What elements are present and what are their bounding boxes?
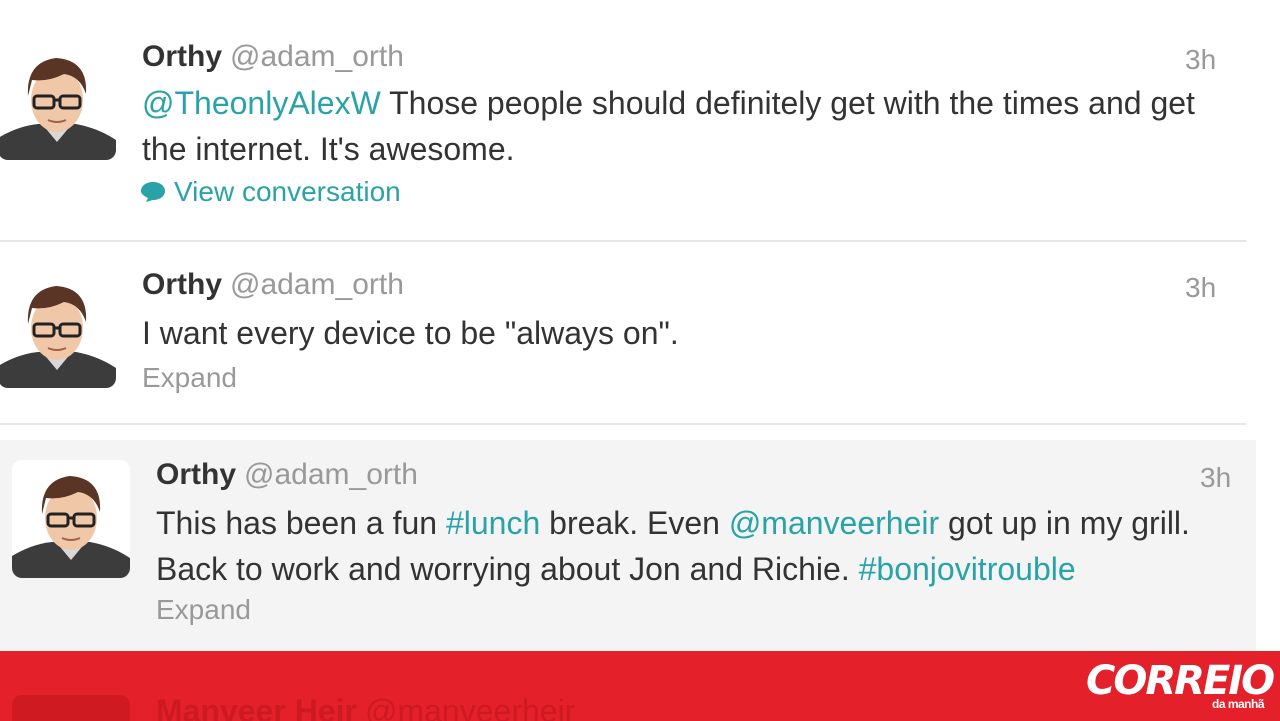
author-handle[interactable]: @adam_orth: [244, 458, 418, 491]
author-name[interactable]: Orthy @adam_orth: [156, 458, 418, 492]
author-name[interactable]: Orthy @adam_orth: [142, 268, 404, 302]
news-banner: Manveer Heir @manveerheir CORREIO da manh…: [0, 651, 1280, 721]
mention-link[interactable]: @manveerheir: [729, 505, 939, 541]
avatar[interactable]: [12, 460, 130, 578]
avatar[interactable]: [0, 42, 116, 160]
author-display-name[interactable]: Orthy: [142, 268, 222, 301]
author-handle[interactable]: @adam_orth: [230, 268, 404, 301]
view-conversation-link[interactable]: View conversation: [140, 176, 401, 208]
tweet-text-segment: This has been a fun: [156, 505, 446, 541]
tweet-item[interactable]: Orthy @adam_orth 3h @TheonlyAlexW Those p…: [0, 0, 1246, 242]
tweet-text: @TheonlyAlexW Those people should defini…: [142, 80, 1232, 172]
hashtag-link[interactable]: #lunch: [446, 505, 540, 541]
author-display-name[interactable]: Orthy: [142, 40, 222, 73]
tweet-text: I want every device to be "always on".: [142, 315, 679, 351]
avatar[interactable]: [0, 270, 116, 388]
tweet-text-segment: break. Even: [540, 505, 729, 541]
next-author-handle: @manveerheir: [364, 693, 576, 721]
avatar: [12, 695, 130, 721]
tweet-timestamp[interactable]: 3h: [1185, 272, 1216, 304]
tweet-item[interactable]: Orthy @adam_orth 3h I want every device t…: [0, 242, 1246, 425]
mention-link[interactable]: @TheonlyAlexW: [142, 85, 381, 121]
logo-subtitle: da manhã: [1211, 697, 1265, 711]
tweet-timestamp[interactable]: 3h: [1200, 462, 1231, 494]
tweet-item[interactable]: Orthy @adam_orth 3h This has been a fun #…: [0, 440, 1256, 652]
expand-link[interactable]: Expand: [142, 362, 237, 394]
speech-bubble-icon: [141, 182, 165, 202]
tweet-timestamp[interactable]: 3h: [1185, 44, 1216, 76]
next-tweet-author: Manveer Heir @manveerheir: [156, 693, 575, 721]
tweet-text: This has been a fun #lunch break. Even @…: [156, 500, 1246, 592]
expand-link[interactable]: Expand: [156, 594, 251, 626]
author-display-name[interactable]: Orthy: [156, 458, 236, 491]
author-name[interactable]: Orthy @adam_orth: [142, 40, 404, 74]
correio-logo: CORREIO da manhã: [1086, 657, 1275, 717]
author-handle[interactable]: @adam_orth: [230, 40, 404, 73]
hashtag-link[interactable]: #bonjovitrouble: [859, 551, 1076, 587]
view-conversation-label: View conversation: [174, 176, 401, 207]
next-author-display-name: Manveer Heir: [156, 693, 357, 721]
